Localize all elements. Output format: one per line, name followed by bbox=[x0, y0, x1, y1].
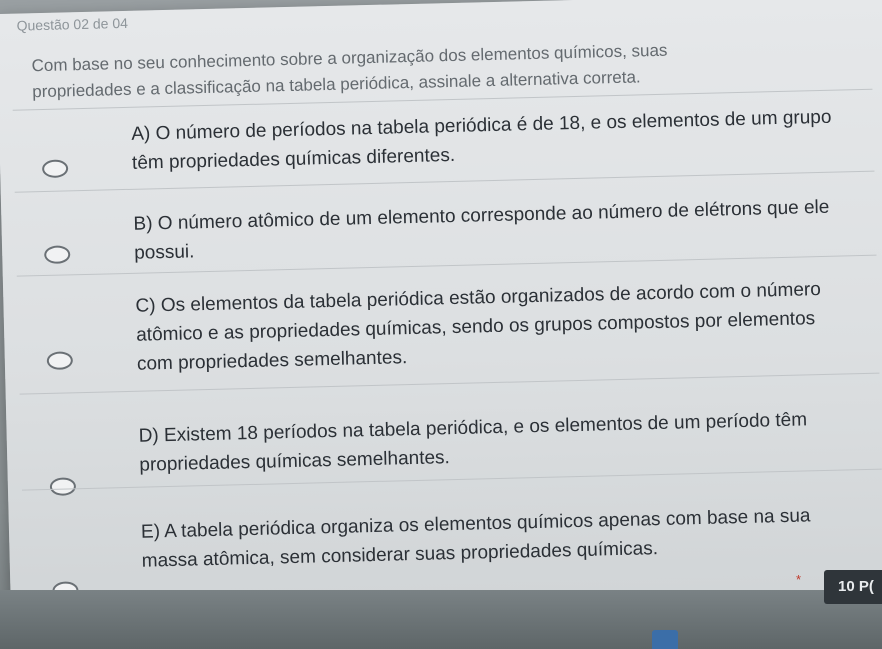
option-e-text: E) A tabela periódica organiza os elemen… bbox=[140, 505, 811, 572]
question-counter: Questão 02 de 04 bbox=[16, 14, 129, 34]
radio-button-b[interactable] bbox=[44, 245, 71, 264]
option-c-text: C) Os elementos da tabela periódica estã… bbox=[135, 279, 822, 375]
footer-bar bbox=[0, 590, 882, 649]
option-b-text: B) O número atômico de um elemento corre… bbox=[133, 196, 830, 264]
next-button[interactable]: 10 P( bbox=[824, 570, 882, 604]
photo-background: Questão 02 de 04 Com base no seu conheci… bbox=[0, 0, 882, 649]
option-d-text: D) Existem 18 períodos na tabela periódi… bbox=[138, 409, 808, 476]
option-e[interactable]: E) A tabela periódica organiza os elemen… bbox=[21, 468, 882, 600]
option-a-text: A) O número de períodos na tabela periód… bbox=[131, 106, 832, 174]
option-c[interactable]: C) Os elementos da tabela periódica estã… bbox=[16, 254, 880, 395]
question-screen: Questão 02 de 04 Com base no seu conheci… bbox=[0, 0, 882, 649]
taskbar-app-icon[interactable] bbox=[652, 630, 678, 649]
star-icon: * bbox=[796, 572, 802, 587]
radio-button-c[interactable] bbox=[46, 351, 74, 370]
radio-button-a[interactable] bbox=[41, 159, 69, 179]
